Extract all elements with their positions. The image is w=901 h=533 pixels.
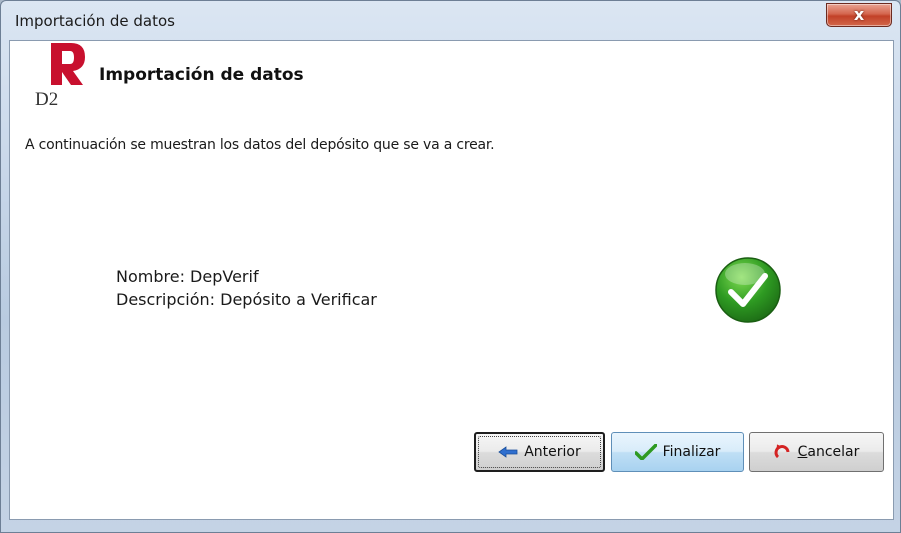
deposit-name: Nombre: DepVerif: [116, 267, 259, 286]
cancel-button[interactable]: Cancelar: [749, 432, 884, 472]
deposit-description: Descripción: Depósito a Verificar: [116, 290, 377, 309]
back-button-focus: Anterior: [478, 436, 601, 468]
check-circle-icon: [715, 257, 781, 323]
dialog-window: Importación de datos x D2 Importación de…: [0, 0, 901, 533]
intro-text: A continuación se muestran los datos del…: [25, 137, 495, 153]
arrow-left-icon: [498, 446, 518, 458]
finish-button[interactable]: Finalizar: [611, 432, 744, 472]
finish-button-label: Finalizar: [662, 444, 721, 460]
back-button[interactable]: Anterior: [474, 432, 605, 472]
cancel-button-label: Cancelar: [797, 444, 860, 460]
title-bar[interactable]: Importación de datos x: [1, 1, 900, 41]
close-icon: x: [853, 5, 865, 24]
back-button-label: Anterior: [524, 444, 581, 460]
header-title: Importación de datos: [99, 65, 304, 85]
d2-logo: D2: [35, 43, 85, 107]
close-button[interactable]: x: [826, 3, 892, 27]
checkmark-icon: [634, 444, 657, 460]
deposit-info: Nombre: DepVerif Descripción: Depósito a…: [116, 265, 377, 311]
logo-text: D2: [35, 89, 58, 107]
cancel-undo-icon: [774, 444, 790, 459]
window-title: Importación de datos: [15, 12, 175, 30]
